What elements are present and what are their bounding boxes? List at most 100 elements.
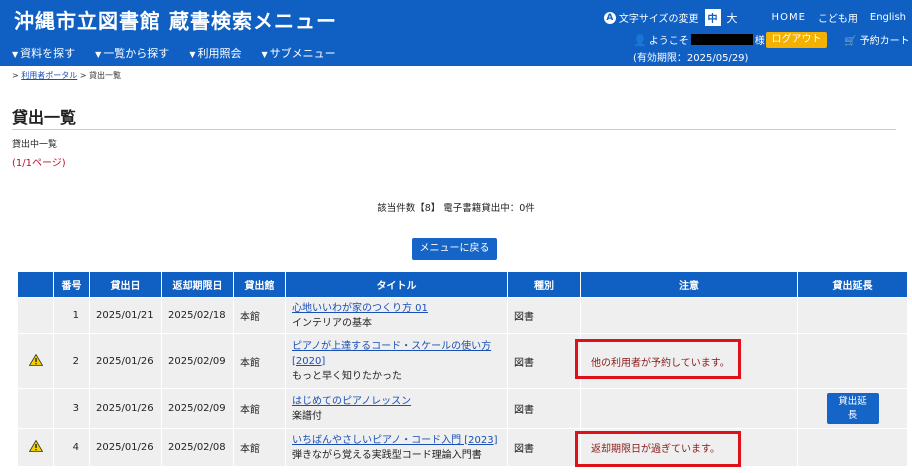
warning-cell bbox=[17, 297, 54, 334]
cell-number: 1 bbox=[53, 297, 90, 334]
cart-icon: 🛒 bbox=[844, 36, 857, 47]
cell-note bbox=[580, 297, 798, 334]
warning-triangle-icon bbox=[28, 353, 43, 366]
extend-loan-button[interactable]: 貸出延長 bbox=[826, 393, 879, 424]
cart-label: 予約カート bbox=[859, 36, 910, 47]
cell-type: 図書 bbox=[507, 428, 581, 467]
loan-table: 番号 貸出日 返却期限日 貸出館 タイトル 種別 注意 貸出延長 1 2025/… bbox=[17, 271, 908, 467]
site-title[interactable]: 沖縄市立図書館 蔵書検索メニュー bbox=[14, 5, 337, 34]
header-due-date: 返却期限日 bbox=[161, 271, 234, 298]
back-to-menu-button[interactable]: メニューに戻る bbox=[412, 238, 497, 260]
nav-account-inquiry[interactable]: ▼ 利用照会 bbox=[189, 45, 241, 61]
font-size-medium-button[interactable]: 中 bbox=[704, 9, 721, 26]
caret-down-icon: ▼ bbox=[189, 50, 196, 59]
nav-browse-lists[interactable]: ▼ 一覧から探す bbox=[95, 45, 169, 61]
cell-type: 図書 bbox=[507, 388, 581, 429]
cell-extend: 貸出延長 bbox=[797, 388, 908, 429]
warning-triangle-icon bbox=[28, 440, 43, 452]
header-title: タイトル bbox=[285, 271, 508, 298]
title-link[interactable]: 心地いいわが家のつくり方 01 bbox=[292, 301, 501, 316]
title-subtitle: もっと早く知りたかった bbox=[292, 370, 402, 382]
cell-title: いちばんやさしいピアノ・コード入門 [2023] 弾きながら覚える実践型コード理論… bbox=[285, 428, 508, 467]
cell-branch: 本館 bbox=[233, 333, 286, 389]
cell-title: はじめてのピアノレッスン 楽譜付 bbox=[285, 388, 508, 429]
header-type: 種別 bbox=[507, 271, 581, 298]
cell-note bbox=[580, 388, 798, 429]
breadcrumb-current: 貸出一覧 bbox=[89, 71, 122, 80]
caret-down-icon: ▼ bbox=[12, 50, 19, 59]
nav-label: サブメニュー bbox=[269, 47, 336, 60]
validity-period: (有効期限：2025/05/29) bbox=[633, 53, 749, 64]
page-title: 貸出一覧 bbox=[12, 108, 77, 127]
header-lent-date: 貸出日 bbox=[89, 271, 162, 298]
header-extend: 貸出延長 bbox=[797, 271, 908, 298]
nav-label: 資料を探す bbox=[20, 47, 76, 60]
title-link[interactable]: はじめてのピアノレッスン bbox=[292, 394, 501, 409]
cell-type: 図書 bbox=[507, 297, 581, 334]
title-link[interactable]: ピアノが上達するコード・スケールの使い方 [2020] bbox=[292, 339, 501, 369]
cell-number: 2 bbox=[53, 333, 90, 389]
table-row: 3 2025/01/26 2025/02/09 本館 はじめてのピアノレッスン楽… bbox=[17, 388, 908, 429]
cell-due-date: 2025/02/09 bbox=[161, 388, 234, 429]
header-note: 注意 bbox=[580, 271, 798, 298]
caret-down-icon: ▼ bbox=[261, 50, 268, 59]
cell-number: 4 bbox=[53, 428, 90, 467]
cell-branch: 本館 bbox=[233, 388, 286, 429]
reservation-cart-link[interactable]: 🛒 予約カート bbox=[844, 32, 910, 47]
home-link[interactable]: HOME bbox=[772, 12, 806, 23]
nav-submenu[interactable]: ▼ サブメニュー bbox=[261, 45, 335, 61]
note-text: 他の利用者が予約しています。 bbox=[591, 357, 730, 369]
cell-due-date: 2025/02/08 bbox=[161, 428, 234, 467]
cell-branch: 本館 bbox=[233, 297, 286, 334]
title-subtitle: インテリアの基本 bbox=[292, 317, 372, 329]
title-link[interactable]: いちばんやさしいピアノ・コード入門 [2023] bbox=[292, 433, 501, 448]
user-icon: 👤 bbox=[633, 34, 647, 47]
nav-label: 一覧から探す bbox=[103, 47, 170, 60]
warning-cell bbox=[17, 388, 54, 429]
cell-extend bbox=[797, 333, 908, 389]
cell-branch: 本館 bbox=[233, 428, 286, 467]
breadcrumb: > 利用者ポータル > 貸出一覧 bbox=[12, 70, 121, 81]
info-circle-icon: A bbox=[603, 11, 616, 24]
welcome-prefix: ようこそ bbox=[648, 36, 689, 47]
breadcrumb-separator: > bbox=[12, 71, 19, 80]
cell-note: 他の利用者が予約しています。 bbox=[575, 333, 798, 389]
breadcrumb-separator: > bbox=[79, 71, 87, 80]
header-tools: A 文字サイズの変更 中 大 HOME こども用 English bbox=[603, 9, 906, 26]
header-branch: 貸出館 bbox=[233, 271, 286, 298]
note-text: 返却期限日が過ぎています。 bbox=[591, 444, 720, 455]
page-info: (1/1ページ) bbox=[12, 158, 66, 169]
warning-cell bbox=[17, 428, 54, 467]
font-size-large-button[interactable]: 大 bbox=[727, 10, 738, 26]
font-size-label: 文字サイズの変更 bbox=[618, 14, 699, 25]
section-subtitle: 貸出中一覧 bbox=[12, 140, 58, 150]
welcome-message: 👤 ようこそ 様 bbox=[633, 32, 765, 47]
breadcrumb-portal-link[interactable]: 利用者ポータル bbox=[21, 71, 77, 80]
cell-lent-date: 2025/01/26 bbox=[89, 333, 162, 389]
title-subtitle: 楽譜付 bbox=[292, 410, 322, 422]
warning-cell bbox=[17, 333, 54, 389]
header-warning bbox=[17, 271, 54, 298]
cell-note: 返却期限日が過ぎています。 bbox=[575, 428, 798, 467]
cell-title: ピアノが上達するコード・スケールの使い方 [2020] もっと早く知りたかった bbox=[285, 333, 508, 389]
cell-number: 3 bbox=[53, 388, 90, 429]
cell-lent-date: 2025/01/26 bbox=[89, 428, 162, 467]
welcome-suffix: 様 bbox=[754, 36, 765, 47]
site-header: 沖縄市立図書館 蔵書検索メニュー ▼ 資料を探す ▼ 一覧から探す ▼ 利用照会 ▼ サ… bbox=[0, 0, 912, 66]
table-header-row: 番号 貸出日 返却期限日 貸出館 タイトル 種別 注意 貸出延長 bbox=[17, 271, 908, 298]
redacted-username bbox=[690, 34, 753, 45]
title-divider bbox=[12, 129, 896, 130]
cell-title: 心地いいわが家のつくり方 01 インテリアの基本 bbox=[285, 297, 508, 334]
kids-link[interactable]: こども用 bbox=[818, 10, 858, 25]
main-nav: ▼ 資料を探す ▼ 一覧から探す ▼ 利用照会 ▼ サブメニュー bbox=[12, 45, 356, 61]
result-count: 該当件数【8】 電子書籍貸出中：0件 bbox=[377, 203, 535, 214]
cell-due-date: 2025/02/18 bbox=[161, 297, 234, 334]
nav-search-materials[interactable]: ▼ 資料を探す bbox=[12, 45, 75, 61]
cell-lent-date: 2025/01/21 bbox=[89, 297, 162, 334]
table-row: 1 2025/01/21 2025/02/18 本館 心地いいわが家のつくり方 … bbox=[17, 297, 908, 334]
cell-due-date: 2025/02/09 bbox=[161, 333, 234, 389]
english-link[interactable]: English bbox=[870, 12, 906, 23]
table-row: 2 2025/01/26 2025/02/09 本館 ピアノが上達するコード・ス… bbox=[17, 333, 908, 389]
nav-label: 利用照会 bbox=[197, 47, 242, 60]
logout-button[interactable]: ログアウト bbox=[766, 32, 827, 48]
